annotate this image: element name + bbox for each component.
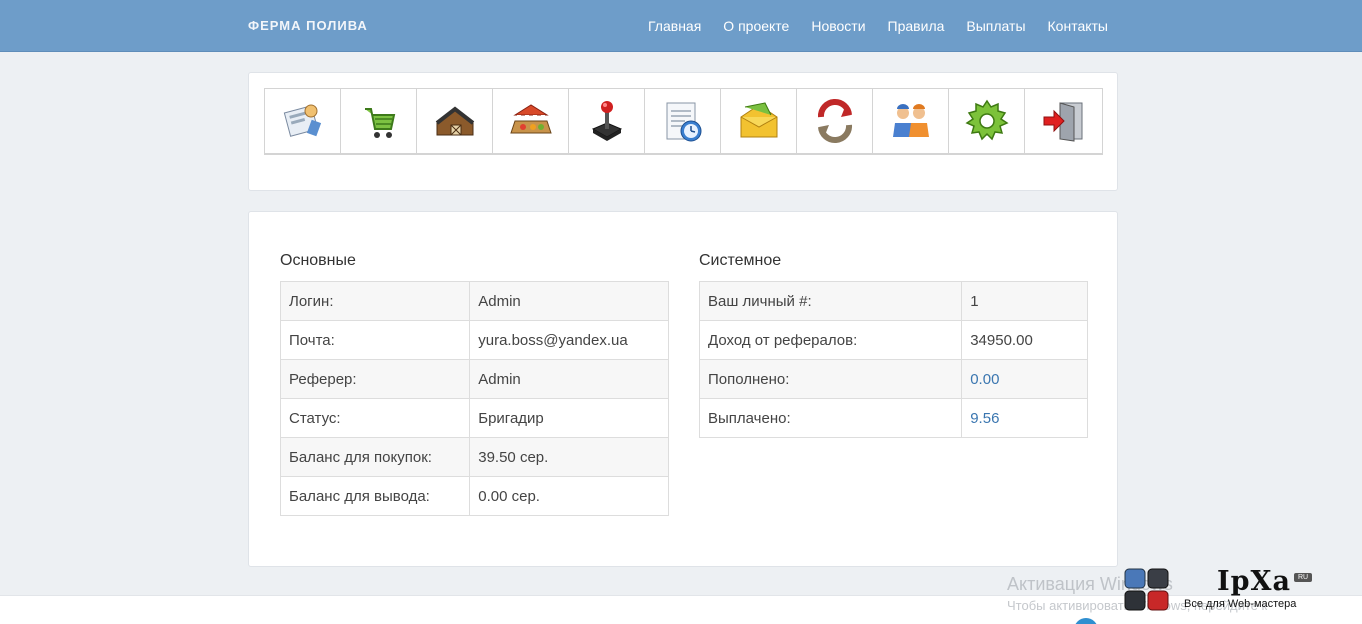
user-id-value: 1	[961, 281, 1088, 321]
joystick-icon[interactable]	[569, 89, 645, 153]
table-row: Баланс для покупок: 39.50 сер.	[279, 437, 669, 477]
table-row: Почта: yura.boss@yandex.ua	[279, 320, 669, 360]
table-row: Баланс для вывода: 0.00 сер.	[279, 476, 669, 516]
icon-toolbar-panel	[248, 72, 1118, 191]
account-info-panel: Основные Логин: Admin Почта: yura.boss@y…	[248, 211, 1118, 567]
withdraw-balance-label: Баланс для вывода:	[279, 476, 471, 516]
table-row: Реферер: Admin	[279, 359, 669, 399]
profile-icon[interactable]	[265, 89, 341, 153]
main-nav: Главная О проекте Новости Правила Выплат…	[637, 0, 1108, 52]
email-label: Почта:	[279, 320, 471, 360]
mail-icon[interactable]	[721, 89, 797, 153]
main-info-table: Логин: Admin Почта: yura.boss@yandex.ua …	[279, 281, 669, 516]
market-icon[interactable]	[493, 89, 569, 153]
nav-home[interactable]: Главная	[637, 0, 712, 52]
settings-gear-icon[interactable]	[949, 89, 1025, 153]
barn-icon[interactable]	[417, 89, 493, 153]
status-label: Статус:	[279, 398, 471, 438]
main-section-title: Основные	[280, 252, 356, 269]
exchange-icon[interactable]	[797, 89, 873, 153]
system-section-title: Системное	[699, 252, 782, 269]
table-row: Статус: Бригадир	[279, 398, 669, 438]
status-value: Бригадир	[469, 398, 669, 438]
purchase-balance-value: 39.50 сер.	[469, 437, 669, 477]
shopping-cart-icon[interactable]	[341, 89, 417, 153]
nav-payouts[interactable]: Выплаты	[955, 0, 1036, 52]
referral-income-value: 34950.00	[961, 320, 1088, 360]
deposited-value-link[interactable]: 0.00	[961, 359, 1088, 399]
purchase-balance-label: Баланс для покупок:	[279, 437, 471, 477]
table-row: Доход от рефералов: 34950.00	[698, 320, 1088, 360]
withdraw-balance-value: 0.00 сер.	[469, 476, 669, 516]
login-value: Admin	[469, 281, 669, 321]
paid-out-value-link[interactable]: 9.56	[961, 398, 1088, 438]
system-info-table: Ваш личный #: 1 Доход от рефералов: 3495…	[698, 281, 1088, 438]
icon-toolbar	[264, 88, 1103, 155]
nav-about[interactable]: О проекте	[712, 0, 800, 52]
table-row: Логин: Admin	[279, 281, 669, 321]
referral-income-label: Доход от рефералов:	[698, 320, 963, 360]
paid-out-label: Выплачено:	[698, 398, 963, 438]
brand-logo[interactable]: ФЕРМА ПОЛИВА	[248, 18, 368, 33]
referrer-label: Реферер:	[279, 359, 471, 399]
email-value: yura.boss@yandex.ua	[469, 320, 669, 360]
ipxa-brand: IpXa	[1217, 566, 1291, 597]
table-row: Выплачено: 9.56	[698, 398, 1088, 438]
ipxa-tld-badge: RU	[1294, 573, 1313, 582]
ipxa-tagline: Все для Web-мастера	[1184, 598, 1297, 610]
deposited-label: Пополнено:	[698, 359, 963, 399]
history-clock-icon[interactable]	[645, 89, 721, 153]
nav-news[interactable]: Новости	[800, 0, 876, 52]
referrals-icon[interactable]	[873, 89, 949, 153]
ipxa-logo-icon	[1124, 568, 1169, 611]
nav-contacts[interactable]: Контакты	[1037, 0, 1108, 52]
login-label: Логин:	[279, 281, 471, 321]
referrer-value: Admin	[469, 359, 669, 399]
table-row: Пополнено: 0.00	[698, 359, 1088, 399]
user-id-label: Ваш личный #:	[698, 281, 963, 321]
top-navbar: ФЕРМА ПОЛИВА Главная О проекте Новости П…	[0, 0, 1362, 52]
table-row: Ваш личный #: 1	[698, 281, 1088, 321]
exit-door-icon[interactable]	[1025, 89, 1102, 153]
nav-rules[interactable]: Правила	[877, 0, 956, 52]
